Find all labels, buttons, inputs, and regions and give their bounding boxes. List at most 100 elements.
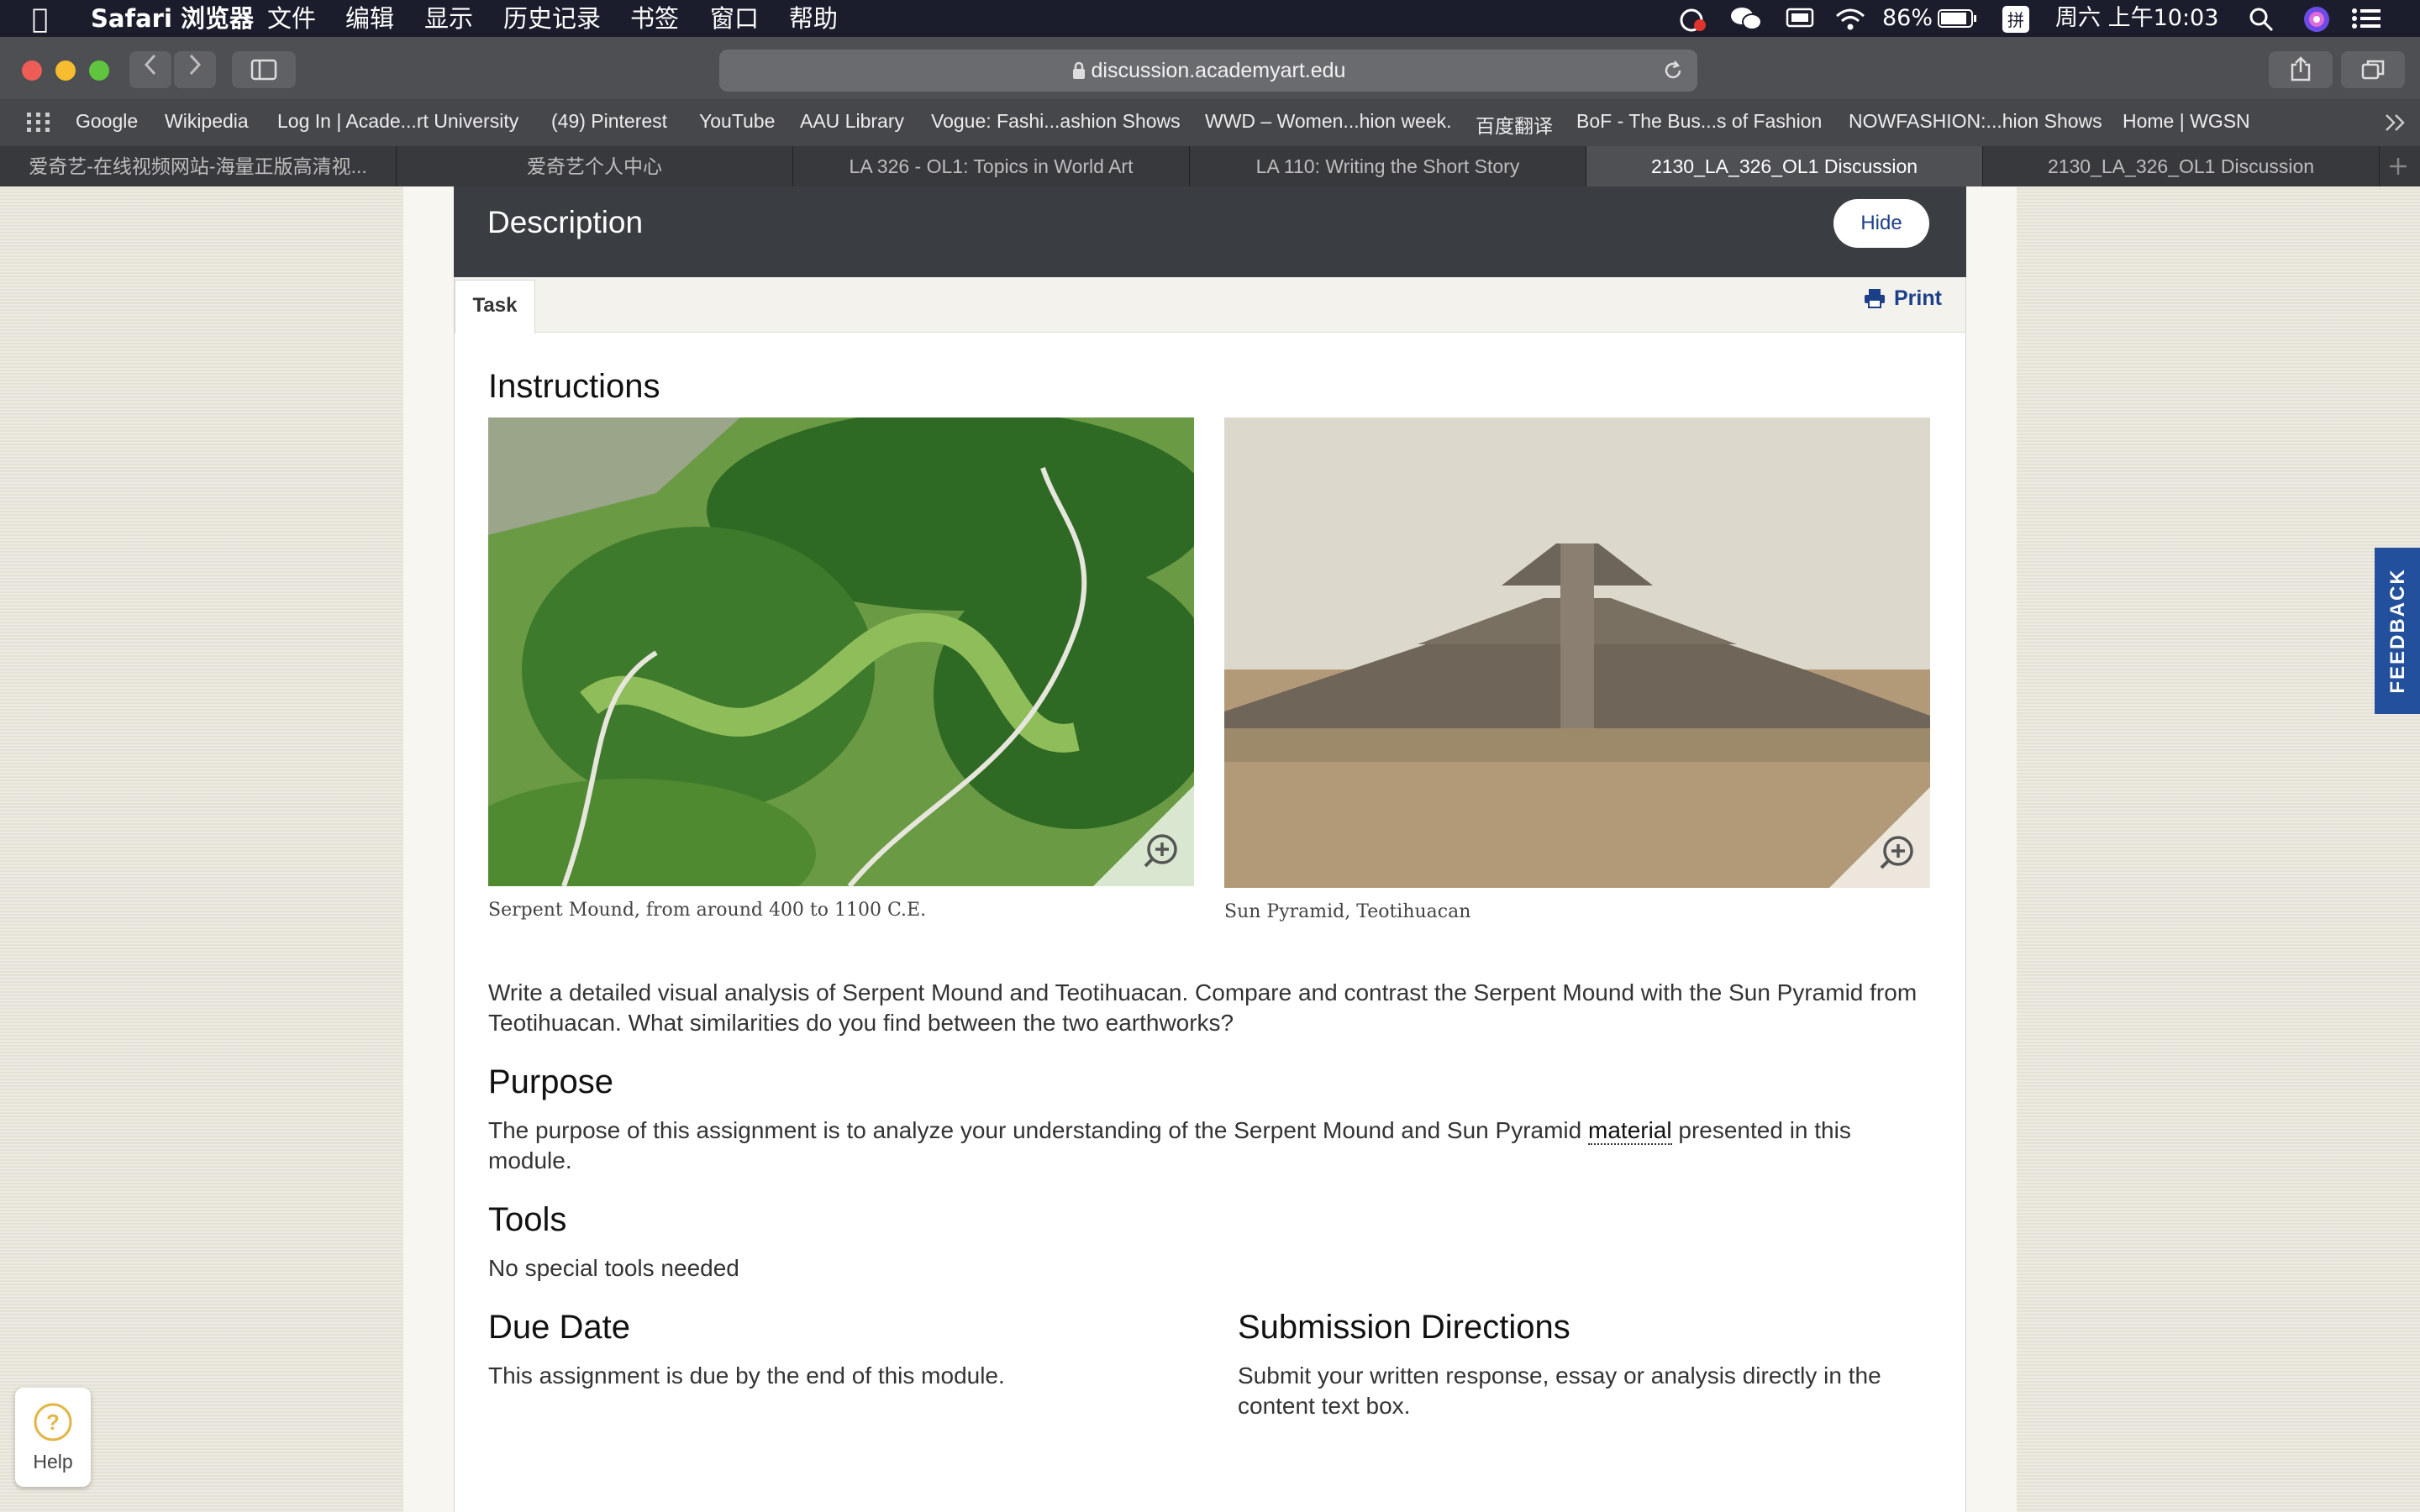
tools-text: No special tools needed — [488, 1255, 739, 1281]
panel-tab-strip — [455, 277, 1965, 333]
submission-line-1: Submit your written response, essay or a… — [1238, 1362, 1881, 1389]
wifi-icon[interactable] — [1833, 7, 1867, 32]
menu-help[interactable]: 帮助 — [789, 3, 838, 34]
bookmark-aau-login[interactable]: Log In | Acade...rt University — [277, 110, 518, 133]
hide-button[interactable]: Hide — [1833, 199, 1929, 248]
reload-icon[interactable] — [1662, 60, 1684, 81]
tab-label: 爱奇艺个人中心 — [527, 155, 662, 177]
material-glossary-link[interactable]: material — [1588, 1117, 1672, 1145]
tab-discussion[interactable]: 2130_LA_326_OL1 Discussion — [1983, 146, 2380, 186]
close-window-button[interactable] — [22, 60, 42, 81]
siri-icon[interactable] — [2302, 5, 2331, 34]
menu-window[interactable]: 窗口 — [710, 3, 759, 34]
bookmarks-bar: Google Wikipedia Log In | Acade...rt Uni… — [0, 99, 2420, 146]
bookmark-youtube[interactable]: YouTube — [699, 110, 775, 133]
notification-center-icon[interactable] — [2351, 7, 2381, 30]
menu-bookmarks[interactable]: 书签 — [630, 3, 679, 34]
menu-history[interactable]: 历史记录 — [503, 3, 601, 34]
tab-la110[interactable]: LA 110: Writing the Short Story — [1190, 146, 1586, 186]
tab-overview-button[interactable] — [2341, 51, 2405, 88]
tab-label: LA 110: Writing the Short Story — [1255, 155, 1520, 177]
submission-line-2: content text box. — [1238, 1393, 1411, 1419]
svg-text:?: ? — [46, 1410, 60, 1435]
sidebar-icon — [250, 59, 277, 81]
tools-heading: Tools — [488, 1201, 567, 1238]
print-button[interactable]: Print — [1864, 286, 1942, 311]
apple-icon[interactable]:  — [32, 3, 48, 34]
share-button[interactable] — [2269, 51, 2333, 88]
feedback-tab[interactable]: FEEDBACK — [2375, 548, 2420, 714]
instructions-heading: Instructions — [488, 368, 660, 405]
share-icon — [2291, 56, 2311, 81]
menubar-clock[interactable]: 周六 上午10:03 — [2055, 3, 2218, 34]
lock-icon — [1072, 61, 1085, 79]
bookmarks-overflow-icon[interactable] — [2383, 113, 2408, 133]
sidebar-toggle-button[interactable] — [232, 51, 296, 88]
help-widget[interactable]: ? Help — [15, 1388, 91, 1487]
submission-heading: Submission Directions — [1238, 1309, 1570, 1346]
bookmark-nowfashion[interactable]: NOWFASHION:...hion Shows — [1849, 110, 2102, 133]
spotlight-search-icon[interactable] — [2249, 7, 2274, 32]
serpent-mound-photo — [488, 417, 1194, 886]
tabs-icon — [2361, 60, 2385, 80]
apps-grid-icon[interactable] — [27, 113, 50, 133]
new-tab-icon[interactable] — [2388, 156, 2408, 176]
serpent-mound-image[interactable] — [488, 417, 1194, 886]
due-date-heading: Due Date — [488, 1309, 630, 1346]
wechat-icon[interactable] — [1729, 5, 1763, 32]
forward-button[interactable] — [174, 51, 216, 88]
task-tab[interactable]: Task — [455, 280, 535, 333]
display-icon[interactable] — [1785, 7, 1815, 30]
battery-percent: 86% — [1882, 5, 1933, 31]
sun-pyramid-photo — [1224, 417, 1930, 888]
tab-iqiyi-profile[interactable]: 爱奇艺个人中心 — [397, 146, 793, 186]
sun-pyramid-image[interactable] — [1224, 417, 1930, 888]
tab-la326[interactable]: LA 326 - OL1: Topics in World Art — [793, 146, 1190, 186]
tab-iqiyi-home[interactable]: 爱奇艺-在线视频网站-海量正版高清视... — [0, 146, 397, 186]
input-method-icon[interactable]: 拼 — [2002, 5, 2030, 34]
bookmark-bof[interactable]: BoF - The Bus...s of Fashion — [1576, 110, 1822, 133]
purpose-line-1a: The purpose of this assignment is to ana… — [488, 1117, 1582, 1143]
bookmark-wikipedia[interactable]: Wikipedia — [165, 110, 249, 133]
sun-pyramid-caption: Sun Pyramid, Teotihuacan — [1224, 901, 1471, 922]
tab-label: 2130_LA_326_OL1 Discussion — [2047, 155, 2315, 177]
bookmark-aau-library[interactable]: AAU Library — [800, 110, 904, 133]
submission-text: Submit your written response, essay or a… — [1238, 1361, 1927, 1421]
zoom-window-button[interactable] — [89, 60, 109, 81]
back-button[interactable] — [129, 51, 171, 88]
bookmark-wwd[interactable]: WWD – Women...hion week. — [1205, 110, 1452, 133]
purpose-heading: Purpose — [488, 1063, 613, 1100]
app-menu[interactable]: Safari 浏览器 — [91, 3, 254, 34]
menu-file[interactable]: 文件 — [267, 3, 316, 34]
feedback-text: FEEDBACK — [2386, 568, 2409, 693]
purpose-line-2: module. — [488, 1147, 572, 1173]
address-bar[interactable]: discussion.academyart.edu — [719, 50, 1697, 92]
bookmark-wgsn[interactable]: Home | WGSN — [2123, 110, 2250, 133]
printer-icon — [1865, 289, 1885, 308]
due-date-text: This assignment is due by the end of thi… — [488, 1362, 1005, 1389]
bookmark-vogue[interactable]: Vogue: Fashi...ashion Shows — [931, 110, 1181, 133]
bookmark-google[interactable]: Google — [76, 110, 138, 133]
battery-icon[interactable] — [1938, 8, 1978, 29]
macos-menubar:  Safari 浏览器 文件 编辑 显示 历史记录 书签 窗口 帮助 86% … — [0, 0, 2420, 37]
description-title: Description — [487, 205, 644, 239]
tab-discussion-active[interactable]: 2130_LA_326_OL1 Discussion — [1586, 146, 1983, 186]
purpose-line-1b: presented in this — [1678, 1117, 1851, 1143]
zoom-in-icon[interactable] — [1093, 785, 1194, 886]
svg-text:拼: 拼 — [2007, 10, 2024, 30]
tab-label: 爱奇艺-在线视频网站-海量正版高清视... — [29, 155, 367, 177]
menu-view[interactable]: 显示 — [424, 3, 473, 34]
zoom-in-icon[interactable] — [1829, 787, 1930, 888]
bookmark-pinterest[interactable]: (49) Pinterest — [551, 110, 667, 133]
minimize-window-button[interactable] — [55, 60, 76, 81]
url-text: discussion.academyart.edu — [1091, 59, 1346, 82]
help-label: Help — [33, 1451, 73, 1473]
purpose-text: The purpose of this assignment is to ana… — [488, 1116, 1933, 1176]
feedback-label: FEEDBACK — [2386, 568, 2409, 693]
menu-edit[interactable]: 编辑 — [345, 3, 394, 34]
tab-label: 2130_LA_326_OL1 Discussion — [1650, 155, 1918, 177]
prompt-line-2: Teotihuacan. What similarities do you fi… — [488, 1010, 1234, 1036]
bookmark-baidu-translate[interactable]: 百度翻译 — [1476, 110, 1553, 139]
question-icon: ? — [34, 1403, 72, 1441]
creative-cloud-icon[interactable] — [1676, 7, 1708, 32]
